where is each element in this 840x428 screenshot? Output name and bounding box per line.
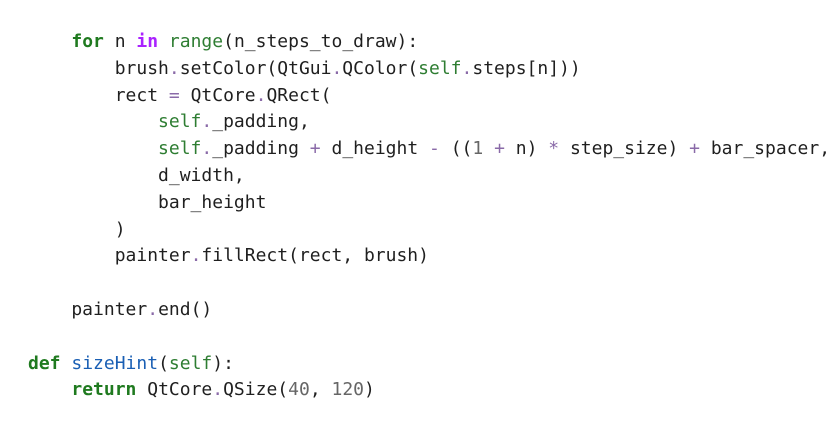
code-token: QColor( <box>342 57 419 79</box>
code-token: , <box>309 379 332 401</box>
code-token: . <box>201 138 213 160</box>
code-token: rect <box>28 84 169 106</box>
code-token: d_width, <box>28 164 245 186</box>
code-line: d_width, <box>28 163 830 190</box>
code-line: return QtCore.QSize(40, 120) <box>28 377 830 404</box>
code-token: . <box>147 298 159 320</box>
code-block: for n in range(n_steps_to_draw): brush.s… <box>28 29 830 404</box>
code-token: range <box>168 31 224 52</box>
code-token: self <box>158 111 202 133</box>
code-token: for <box>71 31 104 52</box>
code-token: . <box>255 84 267 106</box>
code-token: brush <box>28 57 169 79</box>
code-token: bar_spacer, <box>700 138 831 160</box>
code-token: = <box>168 84 180 106</box>
code-token: steps[n])) <box>472 57 581 79</box>
code-token: (n_steps_to_draw): <box>223 31 419 52</box>
code-line: painter.end() <box>28 297 830 324</box>
code-token: self <box>168 352 213 374</box>
code-token: . <box>461 57 473 79</box>
code-token: ) <box>28 218 126 240</box>
code-token: (( <box>439 138 473 160</box>
code-token: setColor(QtGui <box>179 57 332 79</box>
code-token: 120 <box>331 379 365 401</box>
code-token: QRect( <box>266 84 332 106</box>
code-line: bar_height <box>28 190 830 217</box>
code-token: QSize( <box>223 379 289 401</box>
code-token: painter <box>28 298 148 320</box>
code-token: _padding, <box>212 111 310 133</box>
code-token: step_size) <box>559 138 690 160</box>
code-token: + <box>494 138 505 160</box>
code-token: n) <box>504 138 549 160</box>
code-token: sizeHint <box>71 352 159 374</box>
code-line: self._padding + d_height - ((1 + n) * st… <box>28 136 830 163</box>
code-token: _padding <box>212 138 310 160</box>
code-token: def <box>28 352 61 374</box>
code-token: - <box>429 138 440 160</box>
code-token: painter <box>28 245 191 267</box>
code-token: QtCore <box>136 379 213 401</box>
code-token: ): <box>212 352 234 374</box>
code-token: QtCore <box>179 84 256 106</box>
code-token: . <box>168 57 180 79</box>
code-line: rect = QtCore.QRect( <box>28 83 830 110</box>
code-token: end() <box>158 298 213 320</box>
code-token: self <box>418 57 462 79</box>
code-token: . <box>190 245 202 267</box>
code-token: + <box>309 138 321 160</box>
code-token: * <box>548 138 560 160</box>
code-token: 40 <box>288 379 310 401</box>
code-token: 1 <box>472 138 484 160</box>
code-token: . <box>331 57 343 79</box>
code-token: . <box>201 111 213 133</box>
code-token: d_height <box>320 138 430 160</box>
code-token: ) <box>364 379 375 401</box>
code-line: for n in range(n_steps_to_draw): <box>28 29 830 56</box>
code-line: ) <box>28 217 830 244</box>
code-line: brush.setColor(QtGui.QColor(self.steps[n… <box>28 56 830 83</box>
code-token: fillRect(rect, brush) <box>201 245 429 267</box>
code-token: self <box>158 138 202 160</box>
code-token: return <box>71 379 137 401</box>
code-line: painter.fillRect(rect, brush) <box>28 243 830 270</box>
code-token: bar_height <box>28 191 267 213</box>
code-token: n <box>103 31 137 52</box>
code-token: ( <box>158 352 169 374</box>
code-token: . <box>212 379 224 401</box>
code-token: in <box>136 31 159 52</box>
code-line: self._padding, <box>28 109 830 136</box>
code-token: + <box>689 138 700 160</box>
code-line: def sizeHint(self): <box>28 351 830 378</box>
